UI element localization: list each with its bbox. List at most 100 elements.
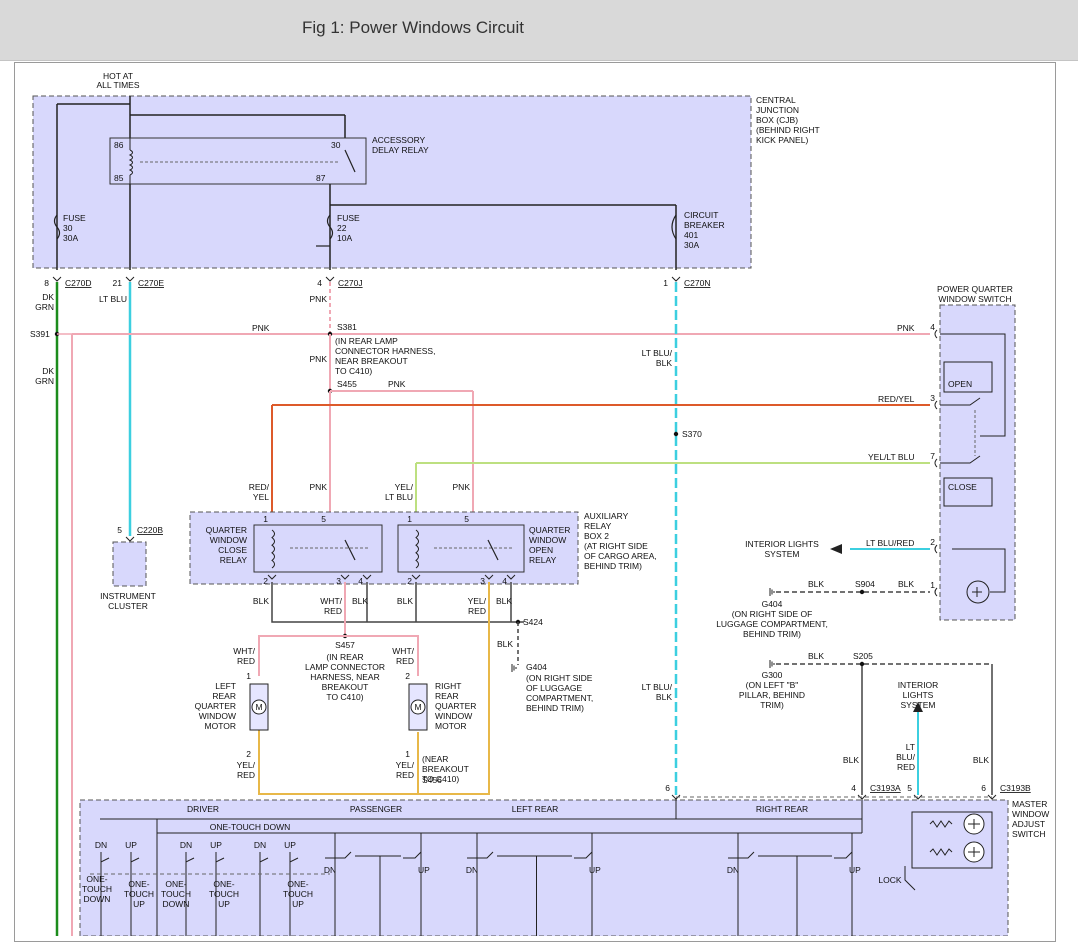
c3193a-label: C3193A	[870, 783, 901, 793]
lt-blu-blk-label-1: BLK	[656, 358, 672, 368]
one-touch-down-label: ONE-TOUCH DOWN	[210, 822, 291, 832]
yel-red-label-relay: YEL/	[468, 596, 487, 606]
open-relay-label: QUARTER	[529, 525, 570, 535]
c220b-label: C220B	[137, 525, 163, 535]
lt-blu-red-stack-label: LT	[906, 742, 915, 752]
left-wht-red-label: WHT/	[233, 646, 255, 656]
s457-label: S457	[335, 640, 355, 650]
connector-c270n-pin: 1	[663, 278, 668, 288]
hot-at-all-times-label: ALL TIMES	[97, 80, 140, 90]
pqws-pin-p3	[934, 400, 938, 410]
pnk-label-1: PNK	[310, 294, 328, 304]
ot-up-label-1: UP	[133, 899, 145, 909]
interior-lights-label: INTERIOR LIGHTS	[745, 539, 819, 549]
cjb-label: (BEHIND RIGHT	[756, 125, 820, 135]
ot-up-label-3: ONE-	[287, 879, 308, 889]
master-switch-label: ADJUST	[1012, 819, 1045, 829]
s381-note: CONNECTOR HARNESS,	[335, 346, 435, 356]
right-motor-label: MOTOR	[435, 721, 466, 731]
s457-note: TO C410)	[326, 692, 363, 702]
driver-label: DRIVER	[187, 804, 219, 814]
relay-pin-86-label: 86	[114, 140, 124, 150]
interior-lights2-label: INTERIOR	[898, 680, 939, 690]
accessory-delay-relay	[109, 137, 367, 185]
s457-note: LAMP CONNECTOR	[305, 662, 385, 672]
blk-label-s904b: BLK	[898, 579, 914, 589]
aux-relay-label: (AT RIGHT SIDE	[584, 541, 648, 551]
close-relay-label: QUARTER	[206, 525, 247, 535]
s456-note: (NEAR	[422, 754, 448, 764]
open-relay-label: RELAY	[529, 555, 557, 565]
master-switch-label: WINDOW	[1012, 809, 1049, 819]
s205-label: S205	[853, 651, 873, 661]
relay-top-pin-0: 1	[263, 514, 268, 524]
ot-down-label: TOUCH	[82, 884, 112, 894]
driver-sw-dn-2: DN	[180, 840, 192, 850]
circuit-breaker-label: 401	[684, 230, 698, 240]
aux-relay-label: RELAY	[584, 521, 612, 531]
connector-c220b	[125, 536, 135, 542]
connector-c270j-pin: 4	[317, 278, 322, 288]
right-rear-dn-label: DN	[727, 865, 739, 875]
left-motor-label: REAR	[212, 691, 236, 701]
blk-label-s205: BLK	[808, 651, 824, 661]
connector-c270e	[125, 276, 135, 282]
c3193-pin-1: 4	[851, 783, 856, 793]
dk-grn-label-1: GRN	[35, 302, 54, 312]
connector-c270d-label: C270D	[65, 278, 91, 288]
fuse30-label: 30	[63, 223, 73, 233]
relay-pin-85-label: 85	[114, 173, 124, 183]
dk-grn-label-2: GRN	[35, 376, 54, 386]
connector-c270e-label: C270E	[138, 278, 164, 288]
close-relay-label: CLOSE	[218, 545, 247, 555]
connector-c270j	[325, 276, 335, 282]
relay-bottom-pin-3: 2	[407, 576, 412, 586]
ot-down-label-2: DOWN	[163, 899, 190, 909]
s456-note: TO C410)	[422, 774, 459, 784]
yel-lt-blu-label: YEL/LT BLU	[868, 452, 914, 462]
circuit-breaker-label: BREAKER	[684, 220, 725, 230]
right-yel-red-label: RED	[396, 770, 414, 780]
master-window-adjust-switch	[79, 799, 1009, 936]
pqws-pin-p1-label: 1	[930, 580, 935, 590]
pnk-label-2: PNK	[310, 354, 328, 364]
connector-c270n	[671, 276, 681, 282]
red-yel-stack-label: YEL	[253, 492, 269, 502]
ot-down-label-2: ONE-	[165, 879, 186, 889]
right-motor-label: QUARTER	[435, 701, 476, 711]
s455-label: S455	[337, 379, 357, 389]
blk-label-c3193b: BLK	[973, 755, 989, 765]
right-wht-red-label: RED	[396, 656, 414, 666]
g404-note: BEHIND TRIM)	[743, 629, 801, 639]
fuse30-label: 30A	[63, 233, 78, 243]
relay-bottom-pin-4: 3	[480, 576, 485, 586]
g300-note: TRIM)	[760, 700, 784, 710]
right-yel-red-label: YEL/	[396, 760, 415, 770]
g404b-note: (ON RIGHT SIDE	[526, 673, 593, 683]
blk-label-r2: BLK	[352, 596, 368, 606]
lt-blu-red-label: LT BLU/RED	[866, 538, 914, 548]
left-motor-label: WINDOW	[199, 711, 236, 721]
yel-lt-blu-stack-label: LT BLU	[385, 492, 413, 502]
passenger-up-label: UP	[418, 865, 430, 875]
g404b-note: OF LUGGAGE	[526, 683, 583, 693]
lt-blu-blk-label-1: LT BLU/	[642, 348, 673, 358]
lt-blu-red-stack-label: RED	[897, 762, 915, 772]
s381-label: S381	[337, 322, 357, 332]
g404b-label: G404	[526, 662, 547, 672]
s370-label: S370	[682, 429, 702, 439]
blk-label-r3: BLK	[397, 596, 413, 606]
wiring-diagram: HOT ATALL TIMESCENTRALJUNCTIONBOX (CJB)(…	[30, 71, 1049, 936]
driver-sw-up-3: UP	[210, 840, 222, 850]
left-motor-label: LEFT	[215, 681, 236, 691]
pqws-pin-p7-label: 7	[930, 451, 935, 461]
circuit-breaker-label: CIRCUIT	[684, 210, 718, 220]
right-rear-label: RIGHT REAR	[756, 804, 808, 814]
right-rear-up-label: UP	[849, 865, 861, 875]
pqws-pin-p4	[934, 329, 938, 339]
blk-label-r1: BLK	[253, 596, 269, 606]
left-rear-up-label: UP	[589, 865, 601, 875]
s457-note: (IN REAR	[326, 652, 363, 662]
ot-up-label-2: TOUCH	[209, 889, 239, 899]
pnk-label-4: PNK	[310, 482, 328, 492]
